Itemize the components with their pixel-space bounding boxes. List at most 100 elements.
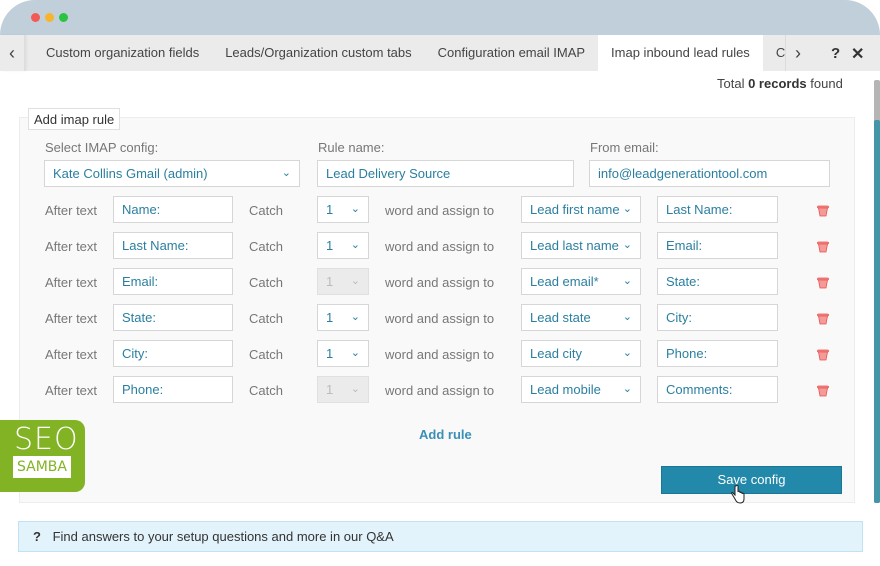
trash-icon[interactable] [817, 277, 829, 289]
until-text-input[interactable]: City: [657, 304, 778, 331]
after-text-input[interactable]: City: [113, 340, 233, 367]
catch-count-value: 1 [326, 310, 334, 325]
chevron-down-icon: ⌄ [350, 311, 360, 323]
catch-label: Catch [249, 311, 283, 326]
assign-field-value: Lead state [530, 310, 591, 325]
rule-name-input[interactable]: Lead Delivery Source [317, 160, 574, 187]
chevron-down-icon: ⌄ [350, 383, 360, 395]
save-config-button[interactable]: Save config [661, 466, 842, 494]
catch-count-value: 1 [326, 202, 334, 217]
imap-config-label: Select IMAP config: [45, 140, 159, 155]
trash-icon[interactable] [817, 313, 829, 325]
catch-count-value: 1 [326, 238, 334, 253]
assign-to-label: word and assign to [385, 203, 495, 218]
assign-field-value: Lead first name [530, 202, 620, 217]
qa-help-bar[interactable]: ? Find answers to your setup questions a… [18, 521, 863, 552]
scrollbar-thumb[interactable] [874, 120, 880, 503]
logo-samba-text: SAMBA [13, 456, 71, 478]
assign-field-value: Lead email* [530, 274, 599, 289]
after-text-label: After text [45, 311, 98, 326]
records-count: Total 0 records found [717, 76, 843, 91]
assign-to-label: word and assign to [385, 311, 495, 326]
close-icon[interactable]: ✕ [851, 44, 864, 64]
from-email-input[interactable]: info@leadgenerationtool.com [589, 160, 830, 187]
assign-field-value: Lead city [530, 346, 583, 361]
after-text-input[interactable]: Email: [113, 268, 233, 295]
trash-icon[interactable] [817, 205, 829, 217]
assign-field-select[interactable]: Lead email* ⌄ [521, 268, 641, 295]
chevron-down-icon: ⌄ [281, 167, 291, 179]
chevron-down-icon: ⌄ [622, 347, 632, 359]
after-text-input[interactable]: State: [113, 304, 233, 331]
window-titlebar [0, 0, 880, 35]
until-text-input[interactable]: State: [657, 268, 778, 295]
tab-scroll-right-icon[interactable]: › [785, 35, 810, 71]
help-icon[interactable]: ? [831, 45, 840, 62]
records-suffix: found [810, 76, 843, 91]
assign-to-label: word and assign to [385, 275, 495, 290]
chevron-down-icon: ⌄ [350, 239, 360, 251]
chevron-down-icon: ⌄ [622, 275, 632, 287]
chevron-down-icon: ⌄ [622, 239, 632, 251]
trash-icon[interactable] [817, 349, 829, 361]
after-text-label: After text [45, 347, 98, 362]
catch-count-select: 1 ⌄ [317, 376, 369, 403]
assign-field-select[interactable]: Lead last name ⌄ [521, 232, 641, 259]
until-text-input[interactable]: Comments: [657, 376, 778, 403]
from-email-label: From email: [590, 140, 659, 155]
after-text-input[interactable]: Name: [113, 196, 233, 223]
logo-seo-text: SEO [14, 422, 79, 457]
catch-label: Catch [249, 275, 283, 290]
records-prefix: Total [717, 76, 745, 91]
window-maximize-dot[interactable] [59, 13, 68, 22]
chevron-down-icon: ⌄ [350, 275, 360, 287]
catch-label: Catch [249, 203, 283, 218]
catch-label: Catch [249, 239, 283, 254]
after-text-label: After text [45, 239, 98, 254]
after-text-label: After text [45, 275, 98, 290]
until-text-input[interactable]: Email: [657, 232, 778, 259]
assign-field-select[interactable]: Lead city ⌄ [521, 340, 641, 367]
until-text-input[interactable]: Phone: [657, 340, 778, 367]
catch-count-select[interactable]: 1 ⌄ [317, 232, 369, 259]
after-text-input[interactable]: Phone: [113, 376, 233, 403]
hand-cursor-icon [731, 485, 745, 504]
chevron-down-icon: ⌄ [622, 311, 632, 323]
assign-field-value: Lead last name [530, 238, 619, 253]
window-close-dot[interactable] [31, 13, 40, 22]
rule-name-label: Rule name: [318, 140, 385, 155]
catch-count-value: 1 [326, 382, 334, 397]
tab-scroll-left-icon[interactable]: ‹ [0, 35, 25, 71]
tab-bar: ‹ Custom organization fields Leads/Organ… [0, 35, 880, 71]
catch-count-select[interactable]: 1 ⌄ [317, 196, 369, 223]
until-text-input[interactable]: Last Name: [657, 196, 778, 223]
tab-imap-inbound-lead-rules[interactable]: Imap inbound lead rules [598, 35, 763, 71]
tab-leads-organization-custom-tabs[interactable]: Leads/Organization custom tabs [212, 35, 424, 71]
catch-count-select[interactable]: 1 ⌄ [317, 340, 369, 367]
tab-configuration-email-imap[interactable]: Configuration email IMAP [425, 35, 598, 71]
tab-custom-organization-fields[interactable]: Custom organization fields [33, 35, 212, 71]
chevron-down-icon: ⌄ [622, 203, 632, 215]
catch-count-select[interactable]: 1 ⌄ [317, 304, 369, 331]
chevron-down-icon: ⌄ [622, 383, 632, 395]
window-minimize-dot[interactable] [45, 13, 54, 22]
trash-icon[interactable] [817, 385, 829, 397]
trash-icon[interactable] [817, 241, 829, 253]
tab-list: Custom organization fields Leads/Organiz… [33, 35, 785, 71]
tab-cre[interactable]: Cre [763, 35, 785, 71]
assign-field-select[interactable]: Lead state ⌄ [521, 304, 641, 331]
after-text-input[interactable]: Last Name: [113, 232, 233, 259]
chevron-down-icon: ⌄ [350, 347, 360, 359]
catch-label: Catch [249, 347, 283, 362]
imap-config-select[interactable]: Kate Collins Gmail (admin) ⌄ [44, 160, 300, 187]
assign-to-label: word and assign to [385, 239, 495, 254]
assign-to-label: word and assign to [385, 383, 495, 398]
qa-help-text: Find answers to your setup questions and… [52, 529, 394, 544]
chevron-down-icon: ⌄ [350, 203, 360, 215]
panel-legend: Add imap rule [28, 108, 121, 130]
assign-field-select[interactable]: Lead mobile ⌄ [521, 376, 641, 403]
assign-field-select[interactable]: Lead first name ⌄ [521, 196, 641, 223]
catch-count-value: 1 [326, 274, 334, 289]
add-rule-link[interactable]: Add rule [419, 427, 472, 442]
seo-samba-logo: SEO SAMBA [0, 420, 85, 492]
